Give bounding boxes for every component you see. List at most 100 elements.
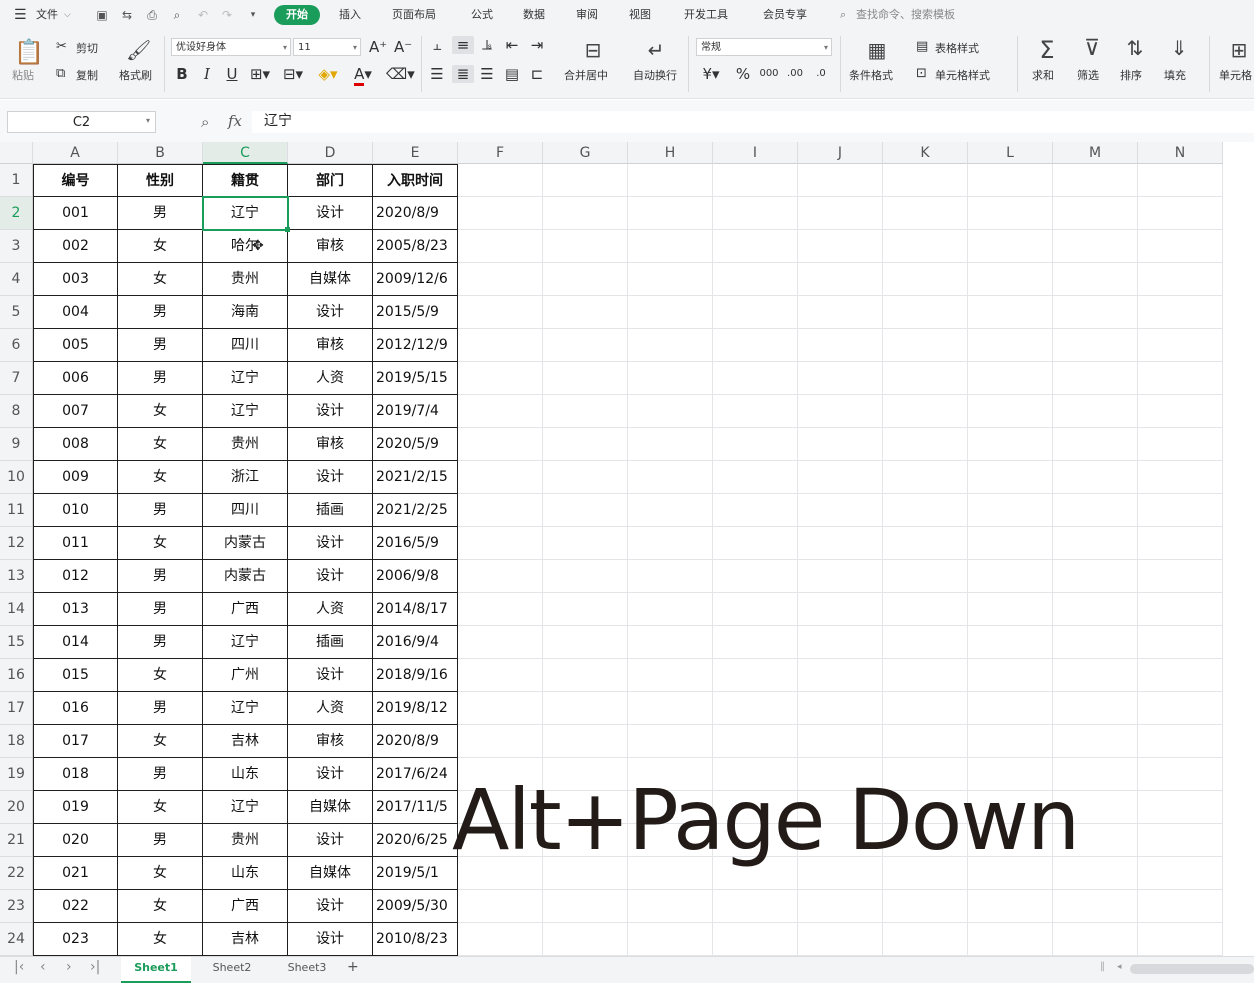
empty-cell[interactable]: [628, 560, 713, 593]
scroll-divider-icon[interactable]: ‖: [1100, 961, 1105, 972]
empty-cell[interactable]: [1138, 923, 1223, 956]
table-cell[interactable]: 吉林: [203, 923, 288, 956]
empty-cell[interactable]: [1138, 692, 1223, 725]
table-cell[interactable]: 设计: [288, 395, 373, 428]
table-cell[interactable]: 设计: [288, 890, 373, 923]
add-sheet-icon[interactable]: +: [347, 959, 359, 975]
sum-icon[interactable]: Σ: [1034, 36, 1060, 64]
empty-cell[interactable]: [798, 296, 883, 329]
table-cell[interactable]: 自媒体: [288, 263, 373, 296]
table-cell[interactable]: 019: [33, 791, 118, 824]
copy-icon[interactable]: ⧉: [56, 66, 65, 81]
empty-cell[interactable]: [1138, 362, 1223, 395]
table-cell[interactable]: 2009/5/30: [373, 890, 458, 923]
table-cell[interactable]: 2019/5/15: [373, 362, 458, 395]
empty-cell[interactable]: [1053, 395, 1138, 428]
table-cell[interactable]: 广西: [203, 593, 288, 626]
empty-cell[interactable]: [628, 395, 713, 428]
wrap-text-icon[interactable]: ↵: [643, 38, 669, 62]
fill-color-icon[interactable]: ◈▾: [316, 65, 340, 83]
empty-cell[interactable]: [1138, 329, 1223, 362]
table-header-cell[interactable]: 籍贯: [203, 164, 288, 197]
empty-cell[interactable]: [628, 362, 713, 395]
empty-cell[interactable]: [1138, 197, 1223, 230]
empty-cell[interactable]: [883, 263, 968, 296]
empty-cell[interactable]: [458, 197, 543, 230]
table-cell[interactable]: 女: [118, 923, 203, 956]
increase-decimal-icon[interactable]: .00: [784, 65, 806, 83]
formula-input[interactable]: 辽宁: [252, 111, 1254, 133]
empty-cell[interactable]: [1053, 659, 1138, 692]
empty-cell[interactable]: [968, 461, 1053, 494]
empty-cell[interactable]: [1053, 560, 1138, 593]
align-top-icon[interactable]: ⫠: [428, 36, 446, 54]
align-left-icon[interactable]: ☰: [428, 65, 446, 83]
row-header[interactable]: 18: [0, 725, 33, 758]
empty-cell[interactable]: [628, 461, 713, 494]
format-painter-icon[interactable]: 🖌: [126, 38, 151, 62]
empty-cell[interactable]: [458, 395, 543, 428]
copy-button[interactable]: 复制: [76, 67, 98, 83]
empty-cell[interactable]: [458, 428, 543, 461]
row-header[interactable]: 8: [0, 395, 33, 428]
empty-cell[interactable]: [713, 890, 798, 923]
empty-cell[interactable]: [458, 593, 543, 626]
table-cell[interactable]: 2015/5/9: [373, 296, 458, 329]
empty-cell[interactable]: [628, 230, 713, 263]
empty-cell[interactable]: [1053, 461, 1138, 494]
font-color-icon[interactable]: A▾: [351, 65, 375, 86]
empty-cell[interactable]: [798, 230, 883, 263]
empty-cell[interactable]: [883, 428, 968, 461]
empty-cell[interactable]: [1053, 164, 1138, 197]
conditional-format-button[interactable]: 条件格式: [849, 67, 893, 83]
table-cell[interactable]: 设计: [288, 197, 373, 230]
empty-cell[interactable]: [798, 461, 883, 494]
table-cell[interactable]: 002: [33, 230, 118, 263]
row-header[interactable]: 2: [0, 197, 33, 230]
table-cell[interactable]: 2019/7/4: [373, 395, 458, 428]
table-cell[interactable]: 插画: [288, 626, 373, 659]
table-cell[interactable]: 021: [33, 857, 118, 890]
table-cell[interactable]: 2005/8/23: [373, 230, 458, 263]
sheet-tab-3[interactable]: Sheet3: [274, 957, 340, 981]
empty-cell[interactable]: [1053, 593, 1138, 626]
empty-cell[interactable]: [1138, 758, 1223, 791]
empty-cell[interactable]: [543, 329, 628, 362]
tab-data[interactable]: 数据: [523, 0, 545, 30]
table-cell[interactable]: 辽宁: [203, 362, 288, 395]
empty-cell[interactable]: [1138, 791, 1223, 824]
table-cell[interactable]: 2017/11/5: [373, 791, 458, 824]
row-header[interactable]: 12: [0, 527, 33, 560]
file-menu[interactable]: 文件: [36, 0, 58, 30]
empty-cell[interactable]: [713, 263, 798, 296]
empty-cell[interactable]: [1053, 626, 1138, 659]
table-cell[interactable]: 设计: [288, 659, 373, 692]
table-cell[interactable]: 2018/9/16: [373, 659, 458, 692]
format-painter-button[interactable]: 格式刷: [119, 67, 152, 83]
justify-icon[interactable]: ▤: [503, 65, 521, 83]
empty-cell[interactable]: [1138, 263, 1223, 296]
empty-cell[interactable]: [713, 692, 798, 725]
empty-cell[interactable]: [543, 890, 628, 923]
row-header[interactable]: 13: [0, 560, 33, 593]
cell-style-button[interactable]: 单元格样式: [935, 67, 990, 83]
empty-cell[interactable]: [968, 164, 1053, 197]
column-header-c[interactable]: C: [203, 142, 288, 164]
empty-cell[interactable]: [1053, 494, 1138, 527]
empty-cell[interactable]: [1053, 428, 1138, 461]
table-cell[interactable]: 013: [33, 593, 118, 626]
empty-cell[interactable]: [1053, 923, 1138, 956]
table-cell[interactable]: 2009/12/6: [373, 263, 458, 296]
row-header[interactable]: 20: [0, 791, 33, 824]
table-cell[interactable]: 女: [118, 263, 203, 296]
table-cell[interactable]: 女: [118, 395, 203, 428]
row-header[interactable]: 15: [0, 626, 33, 659]
chevron-down-icon[interactable]: ▾: [146, 116, 150, 125]
empty-cell[interactable]: [713, 494, 798, 527]
empty-cell[interactable]: [968, 197, 1053, 230]
row-header[interactable]: 16: [0, 659, 33, 692]
row-header[interactable]: 21: [0, 824, 33, 857]
empty-cell[interactable]: [543, 296, 628, 329]
table-cell[interactable]: 003: [33, 263, 118, 296]
table-cell[interactable]: 2010/8/23: [373, 923, 458, 956]
